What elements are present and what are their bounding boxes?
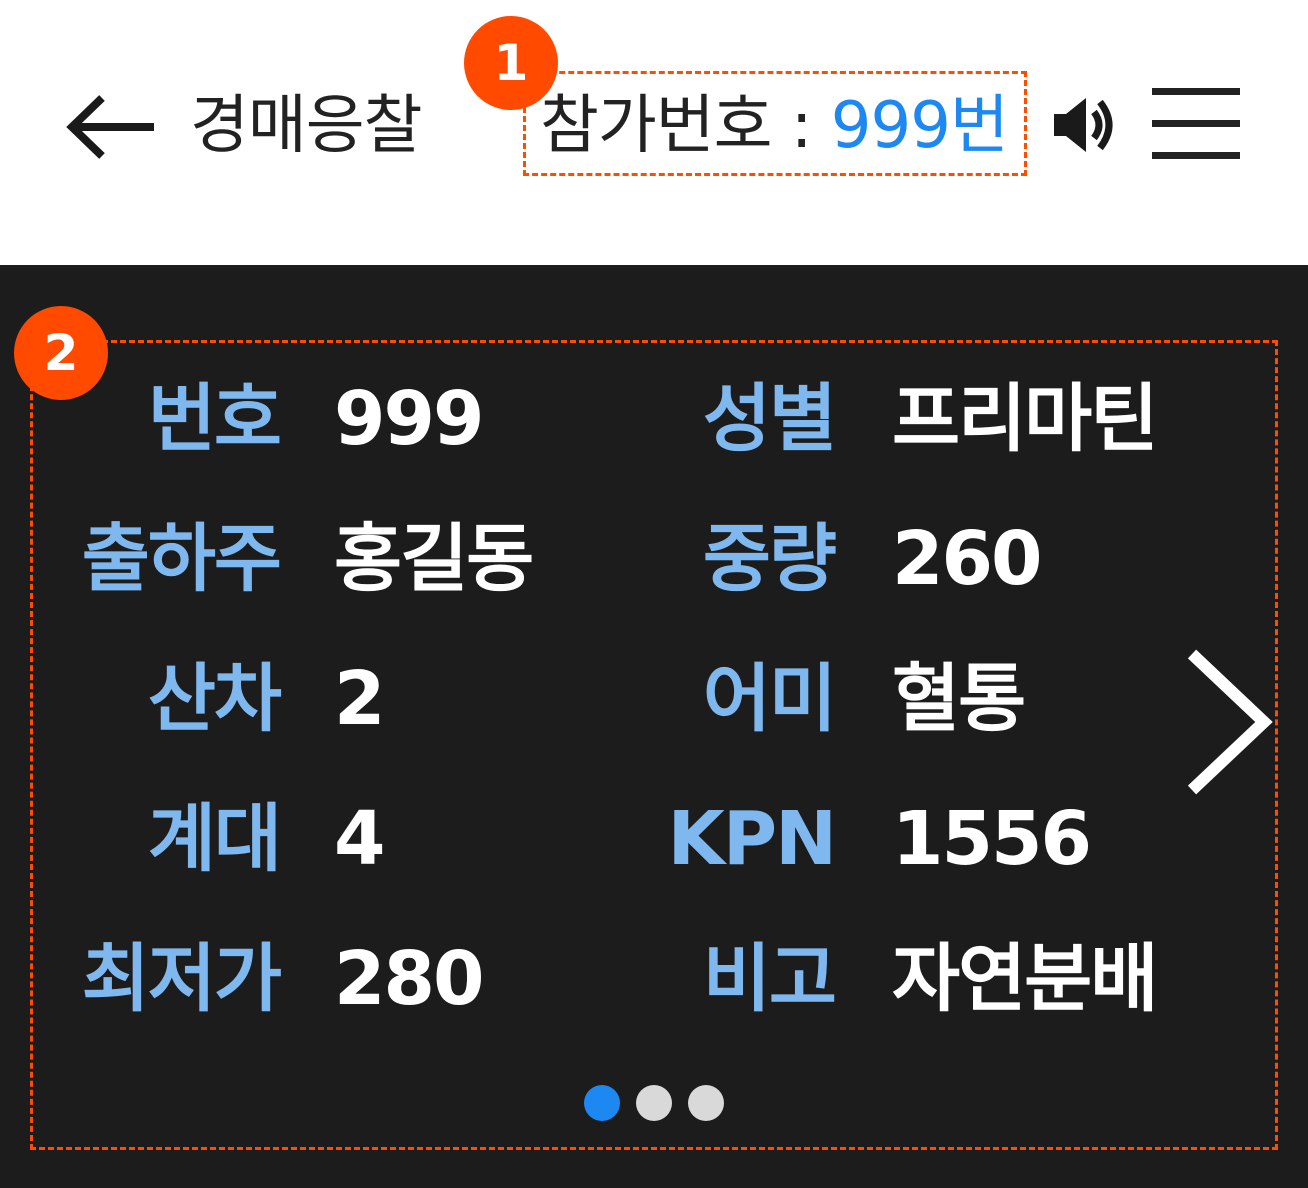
- page-title: 경매응찰: [190, 89, 423, 163]
- label-sex: 성별: [702, 376, 837, 462]
- value-generation: 4: [334, 796, 385, 882]
- app-header: 경매응찰 참가번호 : 999번 1: [0, 0, 1308, 265]
- speaker-icon[interactable]: [1050, 90, 1122, 160]
- value-dam: 혈통: [892, 656, 1026, 742]
- hamburger-menu-icon[interactable]: [1152, 84, 1240, 162]
- participant-label: 참가번호 :: [540, 89, 831, 163]
- label-number: 번호: [147, 376, 282, 462]
- page-dot-3[interactable]: [688, 1085, 724, 1121]
- label-dam: 어미: [702, 656, 837, 742]
- back-arrow-icon[interactable]: [66, 92, 156, 162]
- value-number: 999: [334, 376, 484, 462]
- value-sex: 프리마틴: [892, 376, 1158, 462]
- label-weight: 중량: [702, 516, 837, 602]
- label-generation: 계대: [147, 796, 282, 882]
- label-shipper: 출하주: [81, 516, 282, 602]
- value-minimum-price: 280: [334, 936, 484, 1022]
- value-parity: 2: [334, 656, 385, 742]
- page-indicator: [584, 1085, 724, 1121]
- annotation-badge-1: 1: [464, 16, 558, 110]
- chevron-right-icon[interactable]: [1180, 646, 1276, 796]
- label-remarks: 비고: [702, 936, 837, 1022]
- participant-number-display: 참가번호 : 999번: [540, 84, 1009, 168]
- label-parity: 산차: [147, 656, 282, 742]
- value-kpn: 1556: [892, 796, 1092, 882]
- label-kpn: KPN: [667, 796, 837, 882]
- value-remarks: 자연분배: [892, 936, 1158, 1022]
- label-minimum-price: 최저가: [81, 936, 282, 1022]
- participant-number: 999번: [830, 89, 1009, 163]
- page-dot-2[interactable]: [636, 1085, 672, 1121]
- page-dot-1[interactable]: [584, 1085, 620, 1121]
- value-weight: 260: [892, 516, 1042, 602]
